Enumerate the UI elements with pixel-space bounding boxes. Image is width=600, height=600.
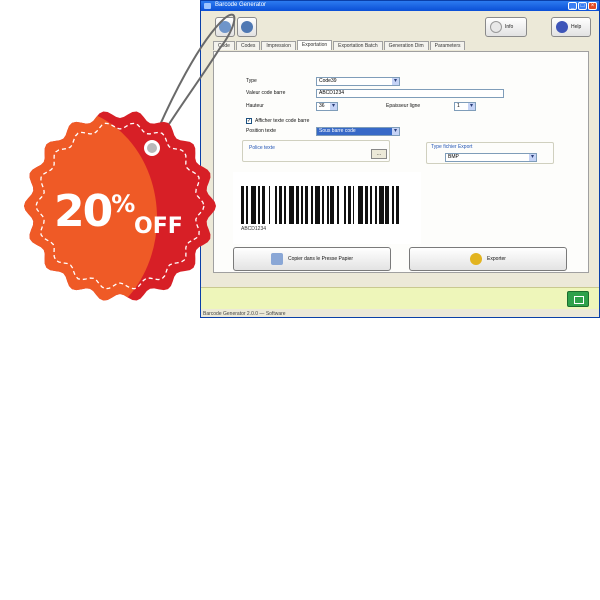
barcode-bars <box>241 186 401 224</box>
close-icon[interactable]: × <box>588 2 597 10</box>
maximize-icon[interactable]: □ <box>578 2 587 10</box>
help-button-label: Help <box>571 24 582 30</box>
barcode-text: ABCD1234 <box>241 226 267 232</box>
clipboard-icon <box>270 253 283 265</box>
toolbar: Info Help <box>201 11 599 41</box>
export-format-select[interactable]: BMP <box>445 153 537 162</box>
copy-clipboard-label: Copier dans le Presse Papier <box>287 256 354 262</box>
help-button[interactable]: Help <box>551 17 591 37</box>
help-icon <box>556 21 568 33</box>
type-select[interactable]: Code39 <box>316 77 400 86</box>
export-icon <box>470 253 483 265</box>
export-button-label: Exporter <box>487 256 506 262</box>
tab-generation-dim[interactable]: Generation Dim <box>383 41 429 50</box>
position-select[interactable]: Sous barre code <box>316 127 400 136</box>
tab-exportation-batch[interactable]: Exportation Batch <box>333 41 383 50</box>
info-button-label: Info <box>505 24 514 30</box>
title-bar: Barcode Generator _ □ × <box>201 1 599 11</box>
epaisseur-select[interactable]: 1 <box>454 102 476 111</box>
tab-parameters[interactable]: Parameters <box>429 41 466 50</box>
bottom-bar <box>201 287 599 309</box>
export-format-title: Type fichier Export <box>431 144 473 150</box>
discount-off: OFF <box>134 214 183 239</box>
tab-impression[interactable]: Impression <box>261 41 296 50</box>
police-group: Police texte ... <box>242 140 390 162</box>
show-text-label: Afficher texte code barre <box>255 118 310 124</box>
window-controls: _ □ × <box>568 2 597 10</box>
info-button[interactable]: Info <box>485 17 527 37</box>
export-format-group: Type fichier Export BMP <box>426 142 554 164</box>
value-input[interactable]: ABCD1234 <box>316 89 504 98</box>
tab-exportation[interactable]: Exportation <box>296 40 333 50</box>
exit-button[interactable] <box>567 291 589 307</box>
barcode-bar <box>399 186 401 224</box>
discount-percent-sign: % <box>111 190 136 218</box>
window-icon <box>490 21 502 33</box>
app-window: Barcode Generator _ □ × Info Help Code C… <box>200 0 600 318</box>
discount-percent: 20 <box>54 186 113 237</box>
tab-strip: Code Codes Impression Exportation Export… <box>213 40 587 51</box>
minimize-icon[interactable]: _ <box>568 2 577 10</box>
police-browse-button[interactable]: ... <box>371 149 387 159</box>
status-bar: Barcode Generator 2.0.0 — Software <box>201 309 599 317</box>
copy-clipboard-button[interactable]: Copier dans le Presse Papier <box>233 247 391 271</box>
hauteur-select[interactable]: 36 <box>316 102 338 111</box>
epaisseur-label: Epaisseur ligne <box>386 103 421 109</box>
barcode-preview: ABCD1234 <box>233 172 421 244</box>
export-button[interactable]: Exporter <box>409 247 567 271</box>
discount-label: 20% OFF <box>54 186 194 239</box>
